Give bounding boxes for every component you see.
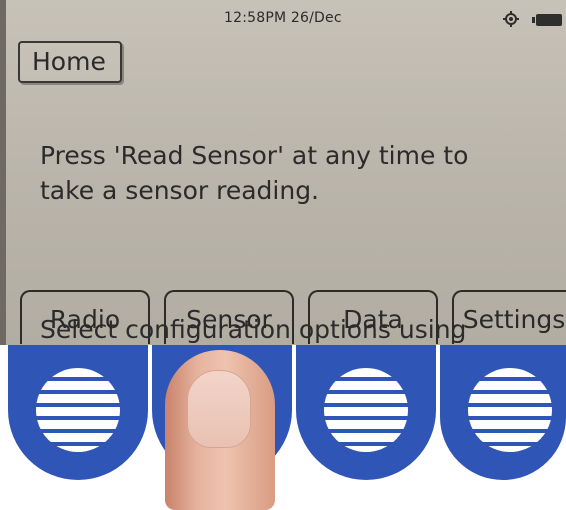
hardware-softkeys	[0, 345, 566, 495]
speaker-grille-icon	[36, 368, 120, 452]
softkey-label-radio: Radio	[20, 290, 150, 344]
pressing-finger	[165, 350, 275, 510]
instruction-read-sensor: Press 'Read Sensor' at any time to take …	[40, 141, 469, 205]
device-screen: 12:58PM 26/Dec Home Press 'Read Sensor' …	[0, 0, 566, 345]
status-time: 12:58PM 26/Dec	[224, 10, 342, 26]
gps-icon	[503, 11, 519, 27]
softkey-labels: Radio Sensor Data Settings	[6, 290, 566, 345]
battery-icon	[532, 14, 562, 26]
softkey-label-settings: Settings	[452, 290, 566, 344]
softkey-button-radio[interactable]	[8, 345, 148, 480]
home-tab[interactable]: Home	[18, 41, 122, 83]
speaker-grille-icon	[468, 368, 552, 452]
softkey-label-data: Data	[308, 290, 438, 344]
softkey-label-sensor: Sensor	[164, 290, 294, 344]
speaker-grille-icon	[324, 368, 408, 452]
softkey-button-settings[interactable]	[440, 345, 566, 480]
status-bar: 12:58PM 26/Dec	[6, 10, 566, 36]
softkey-button-data[interactable]	[296, 345, 436, 480]
fingernail	[187, 370, 251, 448]
